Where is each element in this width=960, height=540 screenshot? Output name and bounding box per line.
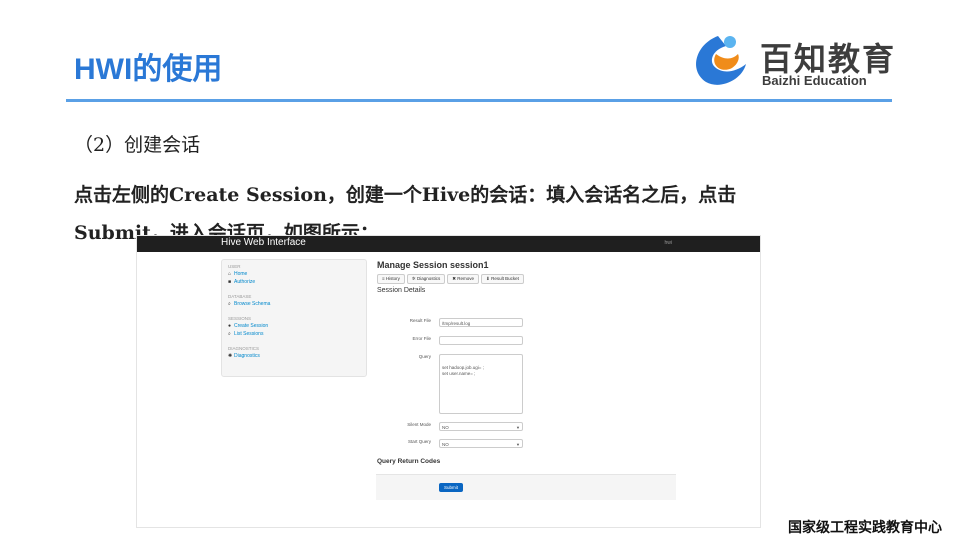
sidebar-item-label: Create Session (234, 323, 269, 329)
error-file-row: Error File (377, 336, 527, 346)
sidebar-heading: DIAGNOSTICS (228, 346, 260, 351)
query-row: Query set hadoop.job.ugi= ; set user.nam… (377, 354, 527, 416)
sidebar-item-label: Diagnostics (234, 353, 260, 359)
button-label: Remove (457, 276, 475, 281)
hwi-screenshot: Hive Web Interface hwi USER ⌂ Home ■ Autho… (137, 236, 760, 527)
slide-title: HWI的使用 (74, 53, 223, 86)
result-file-row: Result File /tmp/result.log (377, 318, 527, 328)
sidebar-item-home[interactable]: ⌂ Home (228, 271, 366, 277)
sidebar-item-create-session[interactable]: ● Create Session (228, 323, 366, 329)
button-label: Result Bucket (491, 276, 519, 281)
start-query-label: Start Query (407, 439, 431, 444)
query-textarea[interactable]: set hadoop.job.ugi= ; set user.name= ; (439, 354, 523, 414)
sidebar-item-label: Browse Schema (234, 301, 271, 307)
logo-mark-icon (696, 36, 746, 85)
sidebar-heading: DATABASE (228, 294, 252, 299)
select-value: NO (442, 425, 449, 430)
sidebar-item-label: List Sessions (234, 331, 264, 337)
result-file-input[interactable]: /tmp/result.log (439, 318, 523, 327)
sidebar-item-label: Authorize (234, 279, 256, 285)
result-file-label: Result File (409, 318, 431, 323)
sidebar-group-user: USER ⌂ Home ■ Authorize (222, 264, 366, 285)
gear-icon: ✲ (411, 276, 416, 281)
form-actions: Submit (376, 474, 676, 500)
sidebar-item-browse-schema[interactable]: ⌕ Browse Schema (228, 301, 366, 307)
close-icon: ✖ (452, 276, 457, 281)
error-file-label: Error File (412, 336, 431, 341)
query-label: Query (418, 354, 431, 359)
select-value: NO (442, 442, 449, 447)
silent-mode-label: Silent Mode (407, 422, 431, 427)
section-title: Session Details (377, 287, 426, 294)
session-toolbar: ≡ History ✲ Diagnostics ✖ Remove ⬇ Resul… (377, 274, 677, 284)
diagnostics-button[interactable]: ✲ Diagnostics (406, 274, 446, 284)
start-query-select[interactable]: NO ▼ (439, 439, 523, 448)
sidebar-item-label: Home (234, 271, 248, 277)
footer-text: 国家级工程实践教育中心 (788, 520, 942, 536)
sidebar-heading: SESSIONS (228, 316, 252, 321)
submit-button[interactable]: Submit (439, 483, 463, 492)
error-file-input[interactable] (439, 336, 523, 345)
list-icon: ≡ (382, 276, 385, 281)
title-divider (66, 99, 892, 102)
logo-text-en: Baizhi Education (762, 73, 867, 88)
query-return-codes-title: Query Return Codes (377, 458, 441, 465)
result-bucket-button[interactable]: ⬇ Result Bucket (481, 274, 524, 284)
brand-logo: 百知教育 Baizhi Education (686, 30, 896, 90)
hwi-sidebar: USER ⌂ Home ■ Authorize DATABASE ⌕ Browse S… (221, 259, 367, 377)
chevron-down-icon: ▼ (516, 425, 520, 430)
sidebar-group-diagnostics: DIAGNOSTICS ✺ Diagnostics (222, 346, 366, 359)
body-line-1: 点击左侧的Create Session，创建一个Hive的会话：填入会话名之后，… (74, 184, 737, 206)
sidebar-group-sessions: SESSIONS ● Create Session ⌕ List Sessions (222, 316, 366, 337)
silent-mode-row: Silent Mode NO ▼ (377, 422, 527, 432)
hwi-nav-right[interactable]: hwi (664, 240, 672, 246)
hwi-brand[interactable]: Hive Web Interface (221, 237, 306, 248)
start-query-row: Start Query NO ▼ (377, 439, 527, 449)
query-line: set user.name= ; (442, 371, 476, 376)
section-subtitle: （2）创建会话 (74, 134, 201, 156)
page-title: Manage Session session1 (377, 260, 489, 270)
sidebar-item-diagnostics[interactable]: ✺ Diagnostics (228, 353, 366, 359)
hwi-main: Manage Session session1 ≡ History ✲ Diag… (377, 260, 677, 294)
download-icon: ⬇ (486, 276, 490, 281)
sidebar-item-list-sessions[interactable]: ⌕ List Sessions (228, 331, 366, 337)
hwi-navbar: Hive Web Interface hwi (137, 236, 760, 252)
remove-button[interactable]: ✖ Remove (447, 274, 480, 284)
sidebar-group-database: DATABASE ⌕ Browse Schema (222, 294, 366, 307)
silent-mode-select[interactable]: NO ▼ (439, 422, 523, 431)
sidebar-heading: USER (228, 264, 241, 269)
chevron-down-icon: ▼ (516, 442, 520, 447)
button-label: Diagnostics (416, 276, 441, 281)
history-button[interactable]: ≡ History (377, 274, 405, 284)
sidebar-item-authorize[interactable]: ■ Authorize (228, 279, 366, 285)
button-label: History (385, 276, 400, 281)
